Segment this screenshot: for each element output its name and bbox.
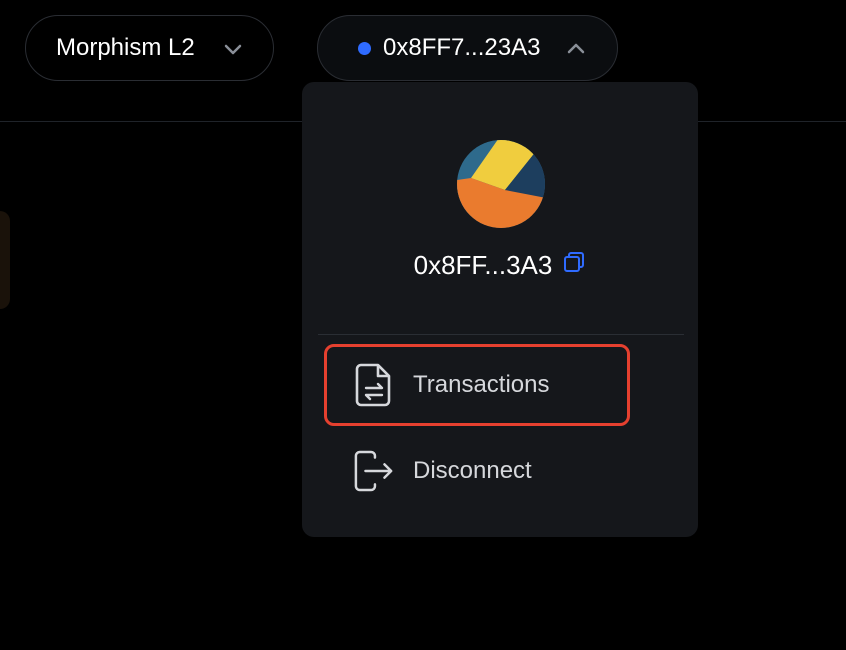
document-transfer-icon <box>354 362 394 408</box>
menu-divider <box>318 334 684 335</box>
background-card-edge <box>0 211 10 309</box>
network-selector[interactable]: Morphism L2 <box>25 15 274 81</box>
transactions-menu-item[interactable]: Transactions <box>324 344 630 426</box>
account-address: 0x8FF...3A3 <box>413 250 553 280</box>
chevron-down-icon <box>223 39 243 59</box>
wallet-button[interactable]: 0x8FF7...23A3 <box>317 15 618 81</box>
chevron-up-icon <box>566 39 586 59</box>
account-avatar <box>457 140 545 228</box>
wallet-address-short: 0x8FF7...23A3 <box>383 34 541 61</box>
disconnect-menu-item[interactable]: Disconnect <box>324 430 630 512</box>
network-label: Morphism L2 <box>56 34 195 61</box>
connection-status-dot <box>358 41 371 55</box>
account-address-row: 0x8FF...3A3 <box>302 250 698 281</box>
account-dropdown: 0x8FF...3A3 Transactions Disconnect <box>302 82 698 537</box>
transactions-label: Transactions <box>413 371 550 398</box>
copy-icon[interactable] <box>562 250 586 274</box>
disconnect-label: Disconnect <box>413 457 532 484</box>
logout-icon <box>354 448 394 494</box>
